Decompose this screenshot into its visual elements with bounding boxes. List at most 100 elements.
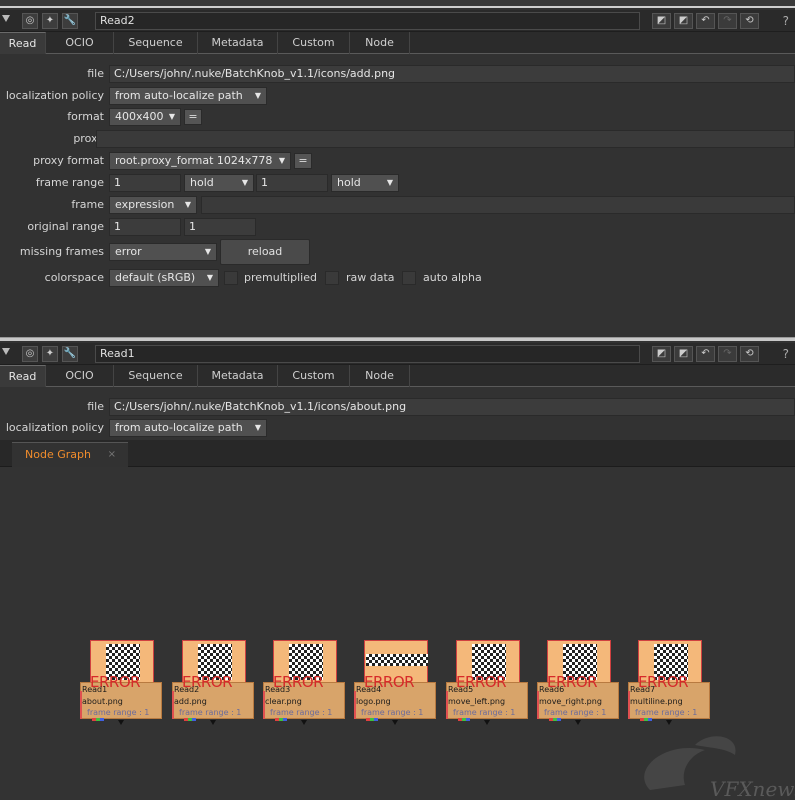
proxy-label: proxy <box>73 132 104 145</box>
help-icon[interactable]: ? <box>783 347 789 361</box>
redo-icon[interactable]: ↷ <box>718 13 737 29</box>
float-all-icon[interactable]: ◩ <box>674 13 693 29</box>
original-range-last-field[interactable]: 1 <box>184 218 256 236</box>
node-file: multiline.png <box>630 697 683 706</box>
node-graph-canvas[interactable]: ERROR Read1 about.png frame range : 1 ER… <box>0 467 795 800</box>
node-name-field[interactable]: Read2 <box>95 12 640 30</box>
help-icon[interactable]: ? <box>783 14 789 28</box>
tab-read[interactable]: Read <box>0 365 46 387</box>
proxy-format-label: proxy format <box>33 154 104 167</box>
tab-ocio[interactable]: OCIO <box>46 32 114 54</box>
raw-data-checkbox[interactable] <box>325 271 339 285</box>
output-arrow-icon[interactable] <box>575 720 581 725</box>
node-name-field[interactable]: Read1 <box>95 345 640 363</box>
tab-sequence[interactable]: Sequence <box>114 365 198 387</box>
undo-icon[interactable]: ↶ <box>696 13 715 29</box>
tab-node[interactable]: Node <box>350 32 410 54</box>
wrench-icon[interactable]: 🔧 <box>62 13 78 29</box>
localization-policy-dropdown[interactable]: from auto-localize path ▼ <box>109 419 267 437</box>
file-field[interactable]: C:/Users/john/.nuke/BatchKnob_v1.1/icons… <box>109 65 795 83</box>
panel-titlebar: ◎ ✦ 🔧 Read1 ◩ ◩ ↶ ↷ ⟲ ? <box>0 343 795 365</box>
node-file: move_left.png <box>448 697 506 706</box>
proxy-format-equals-button[interactable]: = <box>294 153 312 169</box>
panel-divider[interactable] <box>0 337 795 341</box>
collapse-arrow-icon[interactable] <box>2 15 10 22</box>
read-node[interactable]: ERROR Read5 move_left.png frame range : … <box>446 640 528 729</box>
colorspace-dropdown[interactable]: default (sRGB) ▼ <box>109 269 219 287</box>
output-arrow-icon[interactable] <box>484 720 490 725</box>
node-color-icon[interactable]: ✦ <box>42 13 58 29</box>
premultiplied-checkbox[interactable] <box>224 271 238 285</box>
dropdown-value: hold <box>190 176 214 189</box>
format-dropdown[interactable]: 400x400 ▼ <box>109 108 181 126</box>
output-arrow-icon[interactable] <box>666 720 672 725</box>
node-frame-range: frame range : 1 <box>270 708 333 717</box>
float-all-icon[interactable]: ◩ <box>674 346 693 362</box>
wrench-icon[interactable]: 🔧 <box>62 346 78 362</box>
auto-alpha-label: auto alpha <box>423 271 482 284</box>
tab-node-graph[interactable]: Node Graph × <box>12 442 128 467</box>
viewer-icon[interactable]: ◎ <box>22 346 38 362</box>
read-node[interactable]: ERROR Read6 move_right.png frame range :… <box>537 640 619 729</box>
proxy-field[interactable] <box>96 130 795 148</box>
watermark-text: VFXnews <box>710 777 795 800</box>
output-arrow-icon[interactable] <box>210 720 216 725</box>
tab-sequence[interactable]: Sequence <box>114 32 198 54</box>
node-name: Read6 <box>539 685 565 694</box>
localization-policy-dropdown[interactable]: from auto-localize path ▼ <box>109 87 267 105</box>
close-icon[interactable]: × <box>108 443 116 467</box>
chevron-down-icon: ▼ <box>206 273 213 282</box>
auto-alpha-checkbox[interactable] <box>402 271 416 285</box>
output-arrow-icon[interactable] <box>301 720 307 725</box>
undo-icon[interactable]: ↶ <box>696 346 715 362</box>
chevron-down-icon: ▼ <box>278 156 285 165</box>
reload-button[interactable]: reload <box>220 239 310 265</box>
chevron-down-icon: ▼ <box>254 423 261 432</box>
read-node[interactable]: ERROR Read4 logo.png frame range : 1 <box>354 640 436 729</box>
proxy-format-dropdown[interactable]: root.proxy_format 1024x778 ▼ <box>109 152 291 170</box>
frame-range-first-field[interactable]: 1 <box>109 174 181 192</box>
node-color-icon[interactable]: ✦ <box>42 346 58 362</box>
file-field[interactable]: C:/Users/john/.nuke/BatchKnob_v1.1/icons… <box>109 398 795 416</box>
panel-titlebar: ◎ ✦ 🔧 Read2 ◩ ◩ ↶ ↷ ⟲ ? <box>0 10 795 32</box>
read-node[interactable]: ERROR Read1 about.png frame range : 1 <box>80 640 162 729</box>
tab-node[interactable]: Node <box>350 365 410 387</box>
top-panel-edge <box>0 0 795 8</box>
tab-ocio[interactable]: OCIO <box>46 365 114 387</box>
frame-range-before-dropdown[interactable]: hold ▼ <box>184 174 254 192</box>
revert-icon[interactable]: ⟲ <box>740 13 759 29</box>
original-range-first-field[interactable]: 1 <box>109 218 181 236</box>
node-frame-range: frame range : 1 <box>453 708 516 717</box>
format-equals-button[interactable]: = <box>184 109 202 125</box>
channel-strip <box>92 718 104 721</box>
dropdown-value: 400x400 <box>115 110 164 123</box>
float-icon[interactable]: ◩ <box>652 346 671 362</box>
read-node[interactable]: ERROR Read7 multiline.png frame range : … <box>628 640 710 729</box>
frame-range-after-dropdown[interactable]: hold ▼ <box>331 174 399 192</box>
tab-metadata[interactable]: Metadata <box>198 32 278 54</box>
dropdown-value: root.proxy_format 1024x778 <box>115 154 273 167</box>
float-icon[interactable]: ◩ <box>652 13 671 29</box>
tab-custom[interactable]: Custom <box>278 365 350 387</box>
missing-frames-dropdown[interactable]: error ▼ <box>109 243 217 261</box>
read-node[interactable]: ERROR Read3 clear.png frame range : 1 <box>263 640 345 729</box>
collapse-arrow-icon[interactable] <box>2 348 10 355</box>
read-node[interactable]: ERROR Read2 add.png frame range : 1 <box>172 640 254 729</box>
tab-read[interactable]: Read <box>0 32 46 54</box>
output-arrow-icon[interactable] <box>392 720 398 725</box>
file-label: file <box>87 400 104 413</box>
file-label: file <box>87 67 104 80</box>
revert-icon[interactable]: ⟲ <box>740 346 759 362</box>
redo-icon[interactable]: ↷ <box>718 346 737 362</box>
frame-mode-dropdown[interactable]: expression ▼ <box>109 196 197 214</box>
viewer-icon[interactable]: ◎ <box>22 13 38 29</box>
tab-metadata[interactable]: Metadata <box>198 365 278 387</box>
localization-policy-label: localization policy <box>5 89 104 102</box>
frame-expression-field[interactable] <box>201 196 795 214</box>
checker-icon <box>366 654 428 666</box>
frame-range-last-field[interactable]: 1 <box>256 174 328 192</box>
tab-custom[interactable]: Custom <box>278 32 350 54</box>
original-range-label: original range <box>27 220 104 233</box>
frame-range-label: frame range <box>35 176 104 189</box>
output-arrow-icon[interactable] <box>118 720 124 725</box>
